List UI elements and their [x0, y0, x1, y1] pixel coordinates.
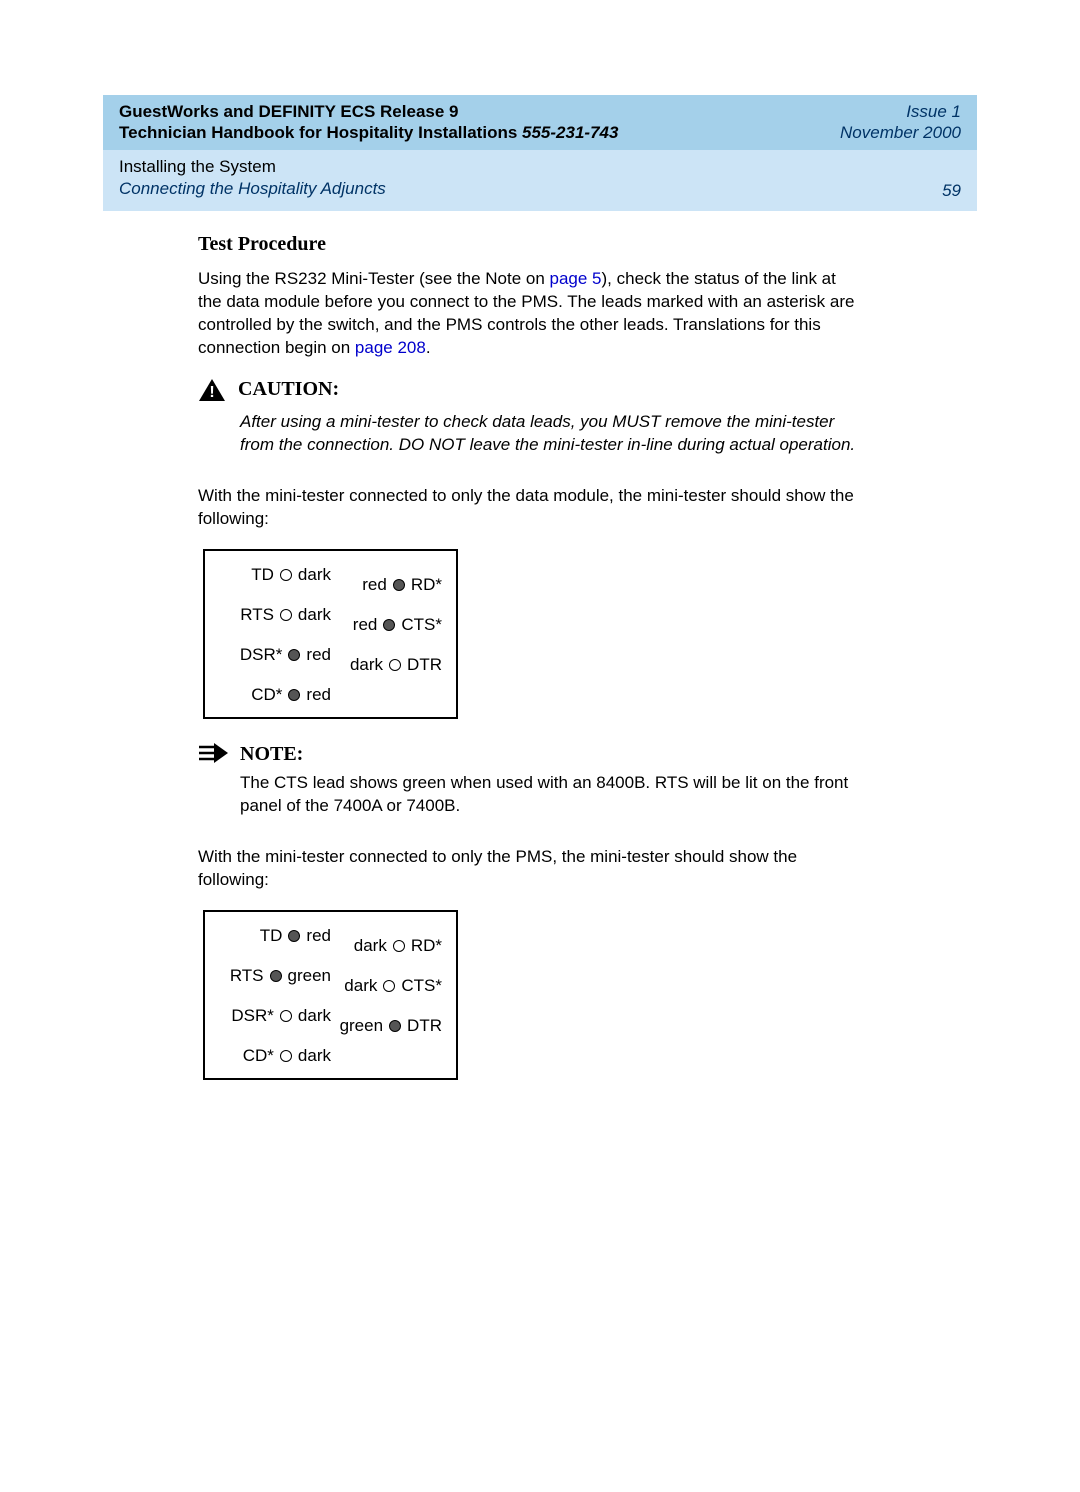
led-td-icon — [280, 569, 292, 581]
page-header: GuestWorks and DEFINITY ECS Release 9 Te… — [103, 95, 977, 211]
led-grid-module: TDdark redRD* RTSdark redCTS* DSR*red da… — [215, 565, 446, 705]
page-content: Test Procedure Using the RS232 Mini-Test… — [198, 233, 864, 1079]
caution-body: After using a mini-tester to check data … — [240, 411, 864, 457]
led-box-module: TDdark redRD* RTSdark redCTS* DSR*red da… — [203, 549, 458, 719]
caution-label: CAUTION: — [238, 378, 339, 401]
led-cts-icon — [383, 980, 395, 992]
caution-callout: ! CAUTION: — [198, 378, 864, 407]
led-cd-icon — [280, 1050, 292, 1062]
doc-title-line1: GuestWorks and DEFINITY ECS Release 9 — [119, 101, 618, 122]
module-intro-para: With the mini-tester connected to only t… — [198, 485, 864, 531]
led-cd-icon — [288, 689, 300, 701]
issue-date: November 2000 — [840, 122, 961, 143]
doc-number: 555-231-743 — [522, 123, 618, 142]
note-arrow-icon — [198, 743, 228, 768]
header-bottom: Installing the System Connecting the Hos… — [103, 150, 977, 212]
led-rd-icon — [393, 940, 405, 952]
led-dtr-icon — [389, 1020, 401, 1032]
pms-intro-para: With the mini-tester connected to only t… — [198, 846, 864, 892]
link-page-208[interactable]: page 208 — [355, 338, 426, 357]
page-number: 59 — [942, 181, 961, 201]
svg-text:!: ! — [209, 384, 214, 401]
led-box-pms: TDred darkRD* RTSgreen darkCTS* DSR*dark… — [203, 910, 458, 1080]
note-callout: NOTE: — [198, 743, 864, 768]
led-dsr-icon — [288, 649, 300, 661]
issue-date-block: Issue 1 November 2000 — [840, 101, 961, 144]
section-line2: Connecting the Hospitality Adjuncts — [119, 178, 386, 201]
section-line1: Installing the System — [119, 156, 386, 179]
led-rts-label: RTS — [240, 605, 274, 625]
doc-title-line2: Technician Handbook for Hospitality Inst… — [119, 122, 618, 143]
warning-triangle-icon: ! — [198, 378, 226, 407]
led-rts-icon — [280, 609, 292, 621]
section-block: Installing the System Connecting the Hos… — [119, 156, 386, 202]
issue-label: Issue 1 — [840, 101, 961, 122]
led-cts-icon — [383, 619, 395, 631]
intro-paragraph: Using the RS232 Mini-Tester (see the Not… — [198, 268, 864, 360]
led-td-label: TD — [251, 565, 274, 585]
led-rd-icon — [393, 579, 405, 591]
note-body: The CTS lead shows green when used with … — [240, 772, 864, 818]
led-rts-icon — [270, 970, 282, 982]
doc-title-block: GuestWorks and DEFINITY ECS Release 9 Te… — [119, 101, 618, 144]
led-td-icon — [288, 930, 300, 942]
note-label: NOTE: — [240, 743, 303, 766]
led-dtr-icon — [389, 659, 401, 671]
led-grid-pms: TDred darkRD* RTSgreen darkCTS* DSR*dark… — [215, 926, 446, 1066]
led-dsr-icon — [280, 1010, 292, 1022]
section-heading: Test Procedure — [198, 233, 864, 256]
header-top: GuestWorks and DEFINITY ECS Release 9 Te… — [103, 95, 977, 150]
link-page-5[interactable]: page 5 — [550, 269, 602, 288]
